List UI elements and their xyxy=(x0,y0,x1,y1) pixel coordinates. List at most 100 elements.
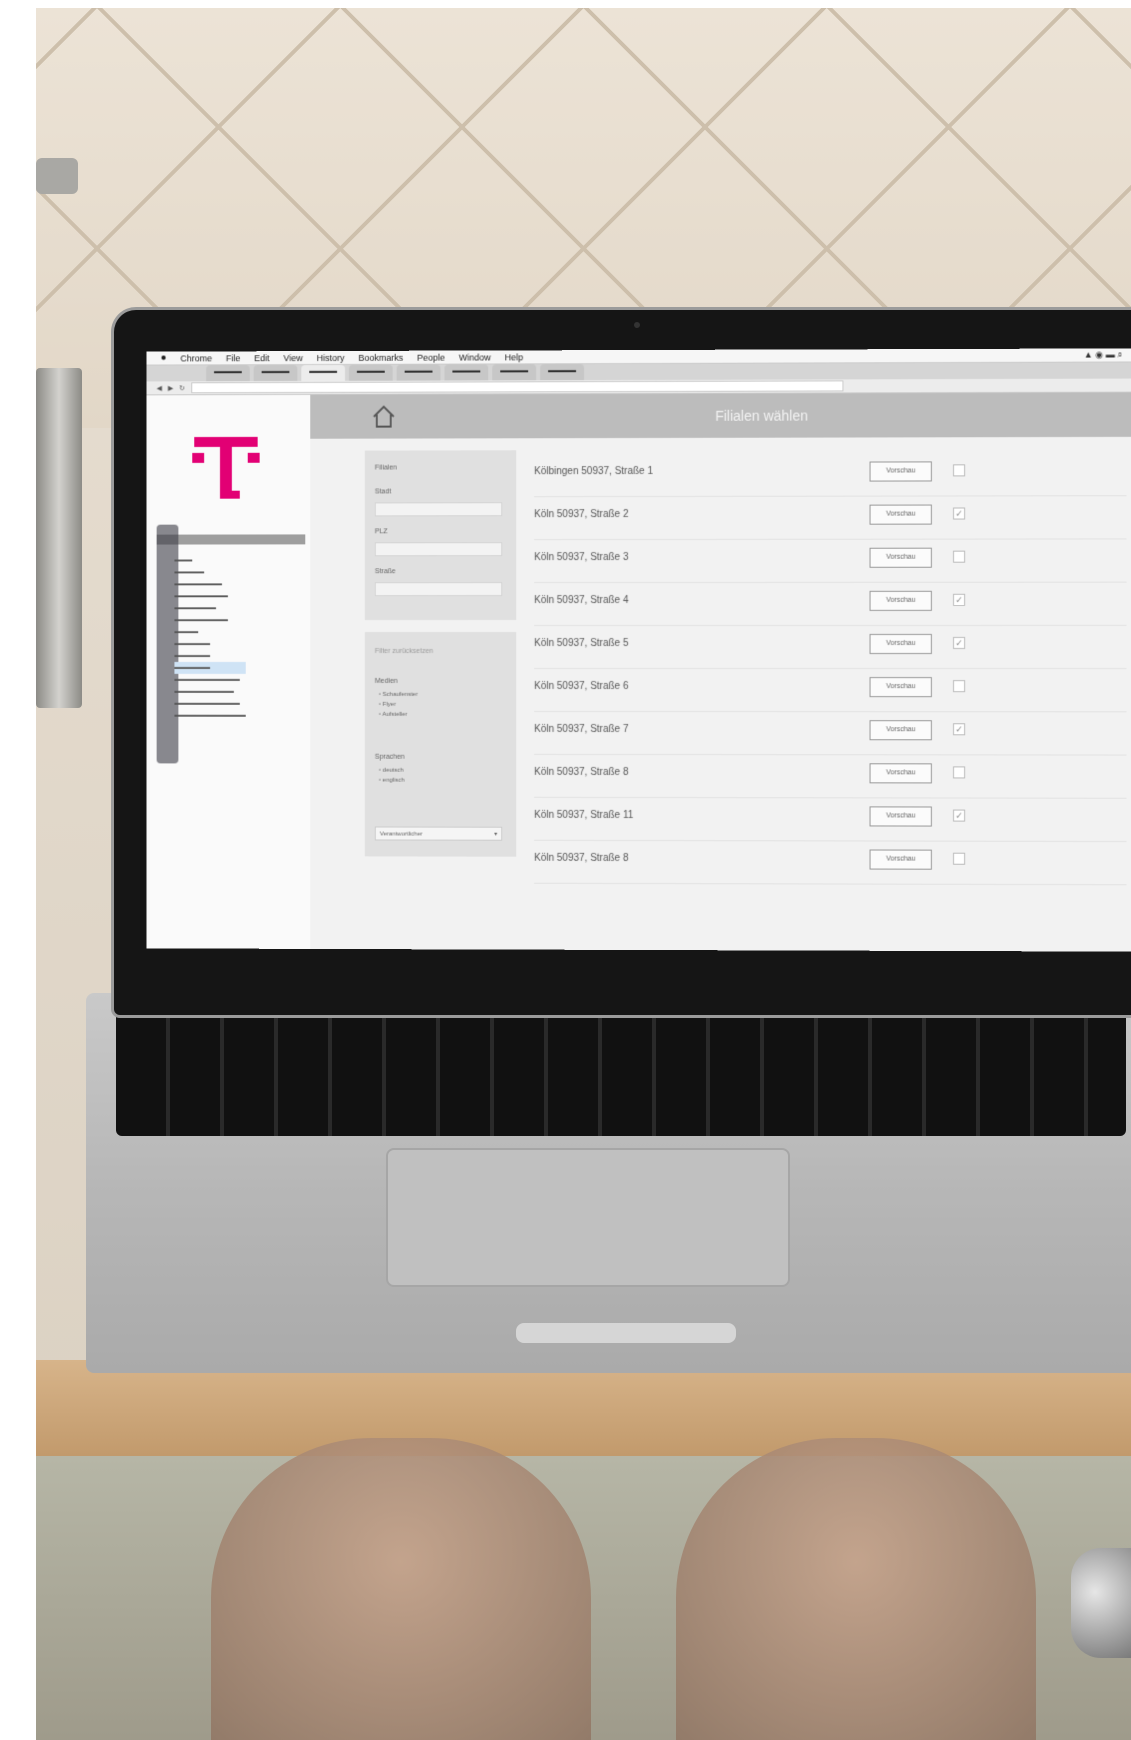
branch-row: Köln 50937, Straße 3 Vorschau xyxy=(534,539,1127,584)
tree-item[interactable]: ▬▬▬▬▬▬▬▬▬▬▬ xyxy=(174,674,245,686)
media-checkbox[interactable]: ▫ Flyer xyxy=(379,700,418,710)
faucet xyxy=(36,158,78,194)
menu-item[interactable]: File xyxy=(226,353,240,363)
browser-tab[interactable]: ▬▬▬▬ xyxy=(540,364,585,381)
tree-item[interactable]: ▬▬▬▬▬▬▬▬▬▬▬▬ xyxy=(174,710,245,722)
url-field[interactable] xyxy=(190,380,844,394)
branch-row: Köln 50937, Straße 11 Vorschau ✓ xyxy=(534,797,1127,843)
branch-checkbox[interactable] xyxy=(953,852,966,865)
preview-button[interactable]: Vorschau xyxy=(869,633,932,655)
media-checkbox[interactable]: ▫ Aufsteller xyxy=(379,710,418,720)
branch-checkbox[interactable]: ✓ xyxy=(953,593,966,606)
tree-item[interactable]: ▬▬▬▬▬▬▬▬▬ xyxy=(174,614,245,626)
apple-icon[interactable]: ● xyxy=(161,353,167,364)
preview-button[interactable]: Vorschau xyxy=(869,590,932,611)
menu-item[interactable]: View xyxy=(284,353,303,363)
language-checkbox[interactable]: ▫ englisch xyxy=(379,776,405,786)
page-header: Filialen wählen xyxy=(310,392,1131,439)
branch-checkbox[interactable] xyxy=(953,766,966,779)
preview-button[interactable]: Vorschau xyxy=(869,720,932,741)
back-icon[interactable]: ◀ xyxy=(157,384,162,392)
tree-item[interactable]: ▬▬▬▬ xyxy=(174,626,245,638)
media-label: Medien xyxy=(374,677,398,685)
tub-knob xyxy=(1071,1548,1131,1658)
menu-item[interactable]: History xyxy=(317,352,345,362)
browser-tab[interactable]: ▬▬▬▬ xyxy=(253,365,298,382)
branch-list: Kölbingen 50937, Straße 1 Vorschau Köln 50… xyxy=(534,452,1127,886)
browser-tab[interactable]: ▬▬▬▬ xyxy=(444,364,489,381)
branch-row: Köln 50937, Straße 8 Vorschau xyxy=(534,840,1127,886)
browser-tab[interactable]: ▬▬▬▬ xyxy=(492,364,537,381)
preview-button[interactable]: Vorschau xyxy=(869,461,932,482)
tree-item[interactable]: ▬▬▬▬▬▬ xyxy=(174,638,245,650)
browser-tab[interactable]: ▬▬▬▬ xyxy=(348,364,393,381)
branch-row: Köln 50937, Straße 2 Vorschau ✓ xyxy=(534,496,1127,541)
menu-item[interactable]: Edit xyxy=(254,353,269,363)
reset-filter-link[interactable]: Filter zurücksetzen xyxy=(375,648,433,655)
responsible-select[interactable]: Verantwortlicher ▾ xyxy=(374,826,503,841)
branch-checkbox[interactable]: ✓ xyxy=(953,507,966,520)
language-options: ▫ deutsch ▫ englisch xyxy=(379,766,405,786)
tree-item[interactable]: ▬▬▬▬▬▬▬▬▬▬▬ xyxy=(174,698,245,710)
tree-item[interactable]: ▬▬▬▬▬▬▬▬▬▬ xyxy=(174,686,245,698)
field-label: Stadt xyxy=(374,488,392,496)
zip-input[interactable] xyxy=(374,542,503,557)
menu-item[interactable]: People xyxy=(417,352,445,362)
branch-checkbox[interactable] xyxy=(953,464,966,477)
branch-checkbox[interactable]: ✓ xyxy=(953,723,966,736)
branch-row: Köln 50937, Straße 8 Vorschau xyxy=(534,754,1127,799)
preview-button[interactable]: Vorschau xyxy=(869,763,932,784)
reload-icon[interactable]: ↻ xyxy=(179,384,185,392)
street-input[interactable] xyxy=(374,582,503,597)
laptop-base xyxy=(86,993,1131,1373)
branch-name: Köln 50937, Straße 8 xyxy=(534,766,629,778)
laptop-lid: ● Chrome File Edit View History Bookmark… xyxy=(114,310,1131,1015)
branch-checkbox[interactable]: ✓ xyxy=(953,636,966,649)
preview-button[interactable]: Vorschau xyxy=(869,806,932,827)
branch-name: Kölbingen 50937, Straße 1 xyxy=(534,465,653,478)
branch-name: Köln 50937, Straße 7 xyxy=(534,723,629,735)
preview-button[interactable]: Vorschau xyxy=(869,677,932,698)
page-title: Filialen wählen xyxy=(715,407,809,424)
menu-item[interactable]: Chrome xyxy=(180,353,212,363)
filter-panel: Filialen Stadt PLZ Straße xyxy=(364,450,517,621)
tree-item[interactable]: ▬▬▬▬▬▬▬▬▬ xyxy=(174,590,245,602)
trackpad[interactable] xyxy=(386,1148,790,1287)
branch-row: Köln 50937, Straße 5 Vorschau ✓ xyxy=(534,625,1127,670)
tree-item[interactable]: ▬▬▬▬▬ xyxy=(174,566,245,578)
branch-name: Köln 50937, Straße 2 xyxy=(534,509,629,521)
preview-button[interactable]: Vorschau xyxy=(869,504,932,525)
media-checkbox[interactable]: ▫ Schaufenster xyxy=(379,690,418,700)
language-checkbox[interactable]: ▫ deutsch xyxy=(379,766,405,776)
branch-name: Köln 50937, Straße 11 xyxy=(534,809,634,821)
branch-checkbox[interactable]: ✓ xyxy=(953,809,966,822)
tree-item[interactable]: ▬▬▬▬▬▬ xyxy=(174,650,245,662)
browser-tab[interactable]: ▬▬▬▬ xyxy=(206,365,250,382)
branch-checkbox[interactable] xyxy=(953,550,966,563)
branch-checkbox[interactable] xyxy=(953,680,966,693)
menu-item[interactable]: Help xyxy=(505,352,523,362)
city-input[interactable] xyxy=(374,502,503,517)
sidebar: ▬▬▬ ▬▬▬▬▬ ▬▬▬▬▬▬▬▬ ▬▬▬▬▬▬▬▬▬ ▬▬▬▬▬▬▬ ▬▬▬… xyxy=(146,394,312,949)
chevron-down-icon: ▾ xyxy=(494,831,498,838)
tree-item-selected[interactable]: ▬▬▬▬▬▬ xyxy=(174,661,246,674)
forward-icon[interactable]: ▶ xyxy=(168,384,173,392)
status-icons: ▲ ◉ ▬ ⌕ xyxy=(1083,349,1123,360)
tree-item[interactable]: ▬▬▬ xyxy=(174,554,245,566)
camera xyxy=(634,322,640,328)
field-label: Straße xyxy=(374,568,396,576)
branch-row: Köln 50937, Straße 6 Vorschau xyxy=(534,668,1127,713)
menu-item[interactable]: Bookmarks xyxy=(358,352,403,362)
tree-item[interactable]: ▬▬▬▬▬▬▬▬ xyxy=(174,578,245,590)
menu-item[interactable]: Window xyxy=(459,352,491,362)
branch-row: Kölbingen 50937, Straße 1 Vorschau xyxy=(534,452,1127,498)
navigation-tree: ▬▬▬ ▬▬▬▬▬ ▬▬▬▬▬▬▬▬ ▬▬▬▬▬▬▬▬▬ ▬▬▬▬▬▬▬ ▬▬▬… xyxy=(174,554,246,722)
preview-button[interactable]: Vorschau xyxy=(869,849,932,870)
browser-tab[interactable]: ▬▬▬▬ xyxy=(396,364,441,381)
photo: ● Chrome File Edit View History Bookmark… xyxy=(36,8,1131,1740)
browser-tab[interactable]: ▬▬▬▬ xyxy=(301,364,345,381)
preview-button[interactable]: Vorschau xyxy=(869,547,932,568)
screen: ● Chrome File Edit View History Bookmark… xyxy=(146,348,1131,952)
tree-item[interactable]: ▬▬▬▬▬▬▬ xyxy=(174,602,245,614)
shower-pipe xyxy=(36,368,82,708)
